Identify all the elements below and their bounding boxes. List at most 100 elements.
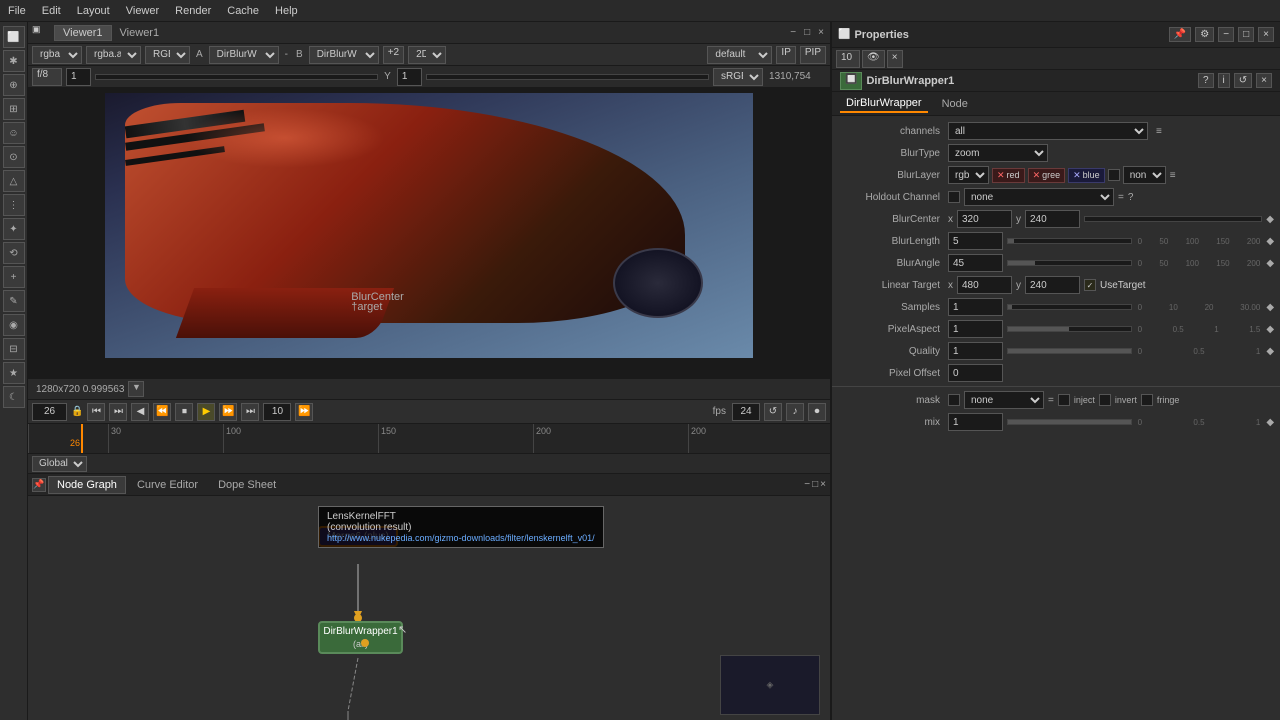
tool-icon-11[interactable]: ✎ <box>3 290 25 312</box>
viewer-max-btn[interactable]: □ <box>804 27 810 38</box>
tool-icon-0[interactable]: ⬜ <box>3 26 25 48</box>
timeline-ruler[interactable]: 30 100 150 200 200 26 <box>28 424 830 454</box>
toolbar-x-btn[interactable]: × <box>887 50 903 68</box>
panel-max-btn[interactable]: □ <box>812 479 818 490</box>
blur-layer-checkbox[interactable] <box>1108 169 1120 181</box>
menu-edit[interactable]: Edit <box>42 5 61 17</box>
tool-icon-15[interactable]: ☾ <box>3 386 25 408</box>
props-close-btn[interactable]: × <box>1258 27 1274 42</box>
pixelaspect-input[interactable] <box>948 320 1003 338</box>
pixeloffset-input[interactable] <box>948 364 1003 382</box>
viewer-close-btn[interactable]: × <box>818 27 824 38</box>
node-reset-btn[interactable]: ↺ <box>1234 73 1252 88</box>
blurlayer-extra-btn[interactable]: ≡ <box>1170 170 1176 181</box>
tool-icon-2[interactable]: ⊕ <box>3 74 25 96</box>
transport-next-n[interactable]: ⏩ <box>295 403 313 421</box>
menu-layout[interactable]: Layout <box>77 5 110 17</box>
tool-icon-13[interactable]: ⊟ <box>3 338 25 360</box>
blurangle-anim-btn[interactable]: ◆ <box>1266 258 1274 269</box>
mix-slider[interactable] <box>1007 419 1132 425</box>
toolbar-eye-btn[interactable]: 👁 <box>862 50 885 68</box>
skip-frames-input[interactable] <box>263 403 291 421</box>
blurlength-anim-btn[interactable]: ◆ <box>1266 236 1274 247</box>
panel-close-btn[interactable]: × <box>820 479 826 490</box>
ip-btn[interactable]: IP <box>776 46 795 64</box>
tool-icon-5[interactable]: ⊙ <box>3 146 25 168</box>
blurcenter-anim-btn[interactable]: ◆ <box>1266 214 1274 225</box>
viewer-tab-1[interactable]: Viewer1 <box>54 25 112 41</box>
transport-first[interactable]: ⏮ <box>87 403 105 421</box>
lineartarget-x-input[interactable] <box>957 276 1012 294</box>
frame-rate-btn[interactable]: f/8 <box>32 68 62 86</box>
mix-input[interactable] <box>948 413 1003 431</box>
transport-next-big[interactable]: ⏭ <box>241 403 259 421</box>
menu-file[interactable]: File <box>8 5 26 17</box>
holdout-help-btn[interactable]: ? <box>1128 192 1134 203</box>
channel-blue-x[interactable]: ✕ <box>1073 170 1081 181</box>
transport-play[interactable]: ▶ <box>197 403 215 421</box>
dirblur-node[interactable]: DirBlurWrapper1 (all) <box>318 621 403 654</box>
blurangle-slider[interactable] <box>1007 260 1132 266</box>
panel-pin-icon[interactable]: 📌 <box>32 478 46 492</box>
quality-anim-btn[interactable]: ◆ <box>1266 346 1274 357</box>
menu-viewer[interactable]: Viewer <box>126 5 159 17</box>
tool-icon-6[interactable]: △ <box>3 170 25 192</box>
menu-cache[interactable]: Cache <box>227 5 259 17</box>
props-min-btn[interactable]: − <box>1218 27 1234 42</box>
samples-input[interactable] <box>948 298 1003 316</box>
current-frame-input[interactable] <box>32 403 67 421</box>
transport-prev-small[interactable]: ⏪ <box>153 403 171 421</box>
lineartarget-y-input[interactable] <box>1025 276 1080 294</box>
tab-dirblur-wrapper[interactable]: DirBlurWrapper <box>840 95 928 113</box>
tab-node-graph[interactable]: Node Graph <box>48 476 126 494</box>
transport-prev-big[interactable]: ⏭ <box>109 403 127 421</box>
blurlayer-none-select[interactable]: non <box>1123 166 1166 184</box>
blurlayer-main-select[interactable]: rgb <box>948 166 989 184</box>
frame-value-y[interactable] <box>397 68 422 86</box>
quality-input[interactable] <box>948 342 1003 360</box>
pixelaspect-anim-btn[interactable]: ◆ <box>1266 324 1274 335</box>
channels-select[interactable]: all <box>948 122 1148 140</box>
toolbar-num-btn[interactable]: 10 <box>836 50 860 68</box>
inject-checkbox[interactable] <box>1058 394 1070 406</box>
tab-curve-editor[interactable]: Curve Editor <box>128 476 207 494</box>
quality-slider[interactable] <box>1007 348 1132 354</box>
node-info-btn[interactable]: i <box>1218 73 1230 88</box>
input-b-select[interactable]: DirBlurW <box>309 46 379 64</box>
menu-render[interactable]: Render <box>175 5 211 17</box>
node-close-btn[interactable]: × <box>1256 73 1272 88</box>
panel-min-btn[interactable]: − <box>804 479 810 490</box>
holdout-eq-btn[interactable]: = <box>1118 192 1124 203</box>
tool-icon-4[interactable]: ☺ <box>3 122 25 144</box>
color-profile-select[interactable]: default <box>707 46 772 64</box>
node-graph-content[interactable]: LensKernelFFT (convolution result) http:… <box>28 496 830 720</box>
view-mode-select[interactable]: 2D <box>408 46 446 64</box>
holdout-checkbox[interactable] <box>948 191 960 203</box>
audio-btn[interactable]: ♪ <box>786 403 804 421</box>
colorspace-select[interactable]: sRGB <box>713 68 763 86</box>
pip-btn[interactable]: PIP <box>800 46 826 64</box>
transport-stop[interactable]: ⏹ <box>175 403 193 421</box>
viewer-min-btn[interactable]: − <box>790 27 796 38</box>
blurcenter-y-input[interactable] <box>1025 210 1080 228</box>
blurlength-input[interactable] <box>948 232 1003 250</box>
pixelaspect-slider[interactable] <box>1007 326 1132 332</box>
props-max-btn[interactable]: □ <box>1238 27 1254 42</box>
transport-prev[interactable]: ◀ <box>131 403 149 421</box>
loop-btn[interactable]: ↺ <box>764 403 782 421</box>
samples-slider[interactable] <box>1007 304 1132 310</box>
tool-icon-8[interactable]: ✦ <box>3 218 25 240</box>
color-mode-select[interactable]: RGB <box>145 46 190 64</box>
menu-help[interactable]: Help <box>275 5 298 17</box>
input-a-select[interactable]: DirBlurW <box>209 46 279 64</box>
samples-anim-btn[interactable]: ◆ <box>1266 302 1274 313</box>
channel-red-x[interactable]: ✕ <box>997 170 1005 181</box>
fringe-checkbox[interactable] <box>1141 394 1153 406</box>
frame-value-1[interactable] <box>66 68 91 86</box>
blurangle-input[interactable] <box>948 254 1003 272</box>
record-btn[interactable]: ⏺ <box>808 403 826 421</box>
status-dropdown[interactable]: ▼ <box>128 381 144 397</box>
viewer-lock-icon[interactable]: ▣ <box>32 24 50 42</box>
tool-icon-3[interactable]: ⊞ <box>3 98 25 120</box>
tool-icon-12[interactable]: ◉ <box>3 314 25 336</box>
